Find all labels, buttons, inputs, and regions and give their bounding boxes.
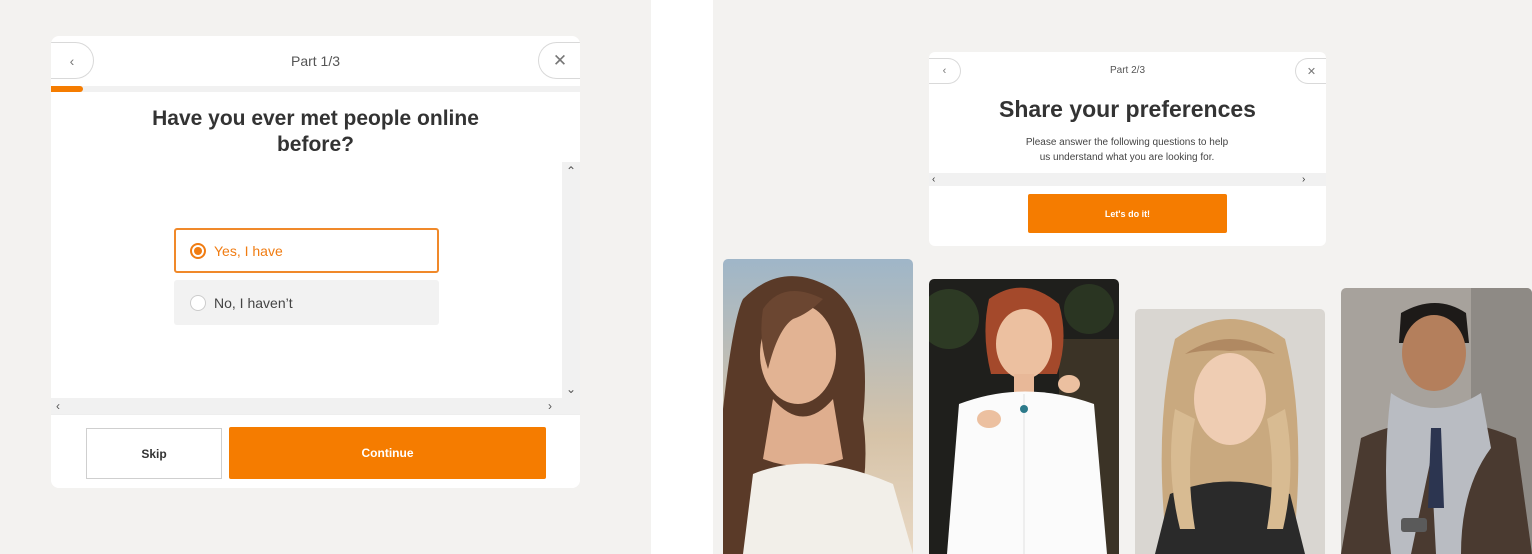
chevron-down-icon[interactable]: ⌄ — [562, 382, 580, 396]
progress-bar — [51, 86, 580, 92]
woman-blonde-wavy-hair-photo — [1135, 309, 1325, 554]
subtitle-line: us understand what you are looking for. — [1039, 152, 1215, 163]
progress-bar-fill — [51, 86, 83, 92]
woman-long-brown-hair-photo — [723, 259, 913, 554]
question-title: Have you ever met people online before? — [152, 107, 479, 156]
option-no[interactable]: No, I haven’t — [174, 280, 439, 325]
chevron-right-icon[interactable]: › — [1302, 173, 1305, 186]
right-panel: ‹ Part 2/3 ✕ Share your preferences Plea… — [713, 0, 1532, 554]
option-yes[interactable]: Yes, I have — [174, 228, 439, 273]
subtitle-line: Please answer the following questions to… — [1025, 137, 1229, 148]
horizontal-scrollbar[interactable]: ‹ › — [51, 398, 580, 414]
chevron-right-icon[interactable]: › — [548, 398, 552, 414]
chevron-left-icon[interactable]: ‹ — [56, 398, 60, 414]
quiz-footer: Skip Continue — [51, 414, 580, 488]
skip-button[interactable]: Skip — [86, 428, 222, 479]
chevron-left-icon[interactable]: ‹ — [932, 173, 935, 186]
continue-button[interactable]: Continue — [229, 427, 546, 479]
quiz-header: ‹ Part 1/3 ✕ — [51, 36, 580, 86]
quiz-card-part-1: ‹ Part 1/3 ✕ Have you ever met people on… — [51, 36, 580, 488]
left-panel: ‹ Part 1/3 ✕ Have you ever met people on… — [0, 0, 651, 554]
close-icon: ✕ — [552, 50, 568, 70]
quiz-card-part-2: ‹ Part 2/3 ✕ Share your preferences Plea… — [929, 52, 1326, 246]
woman-white-shirt-photo — [929, 279, 1119, 554]
vertical-scrollbar[interactable]: ⌃ ⌄ — [562, 162, 580, 398]
close-button[interactable]: ✕ — [1295, 58, 1326, 84]
part-label: Part 1/3 — [290, 53, 341, 69]
preferences-subtitle: Please answer the following questions to… — [1007, 135, 1247, 165]
chevron-up-icon[interactable]: ⌃ — [562, 164, 580, 178]
man-grey-scarf-photo — [1341, 288, 1532, 554]
option-label: Yes, I have — [214, 242, 283, 259]
preferences-title: Share your preferences — [999, 96, 1256, 122]
close-button[interactable]: ✕ — [538, 42, 580, 79]
radio-selected-icon[interactable] — [190, 242, 206, 259]
radio-unselected-icon[interactable] — [190, 294, 206, 311]
close-icon: ✕ — [1306, 65, 1317, 78]
option-label: No, I haven’t — [214, 294, 293, 311]
horizontal-scrollbar[interactable]: ‹ › — [929, 173, 1326, 186]
part-label: Part 2/3 — [1109, 65, 1146, 76]
lets-do-it-button[interactable]: Let's do it! — [1028, 194, 1227, 233]
